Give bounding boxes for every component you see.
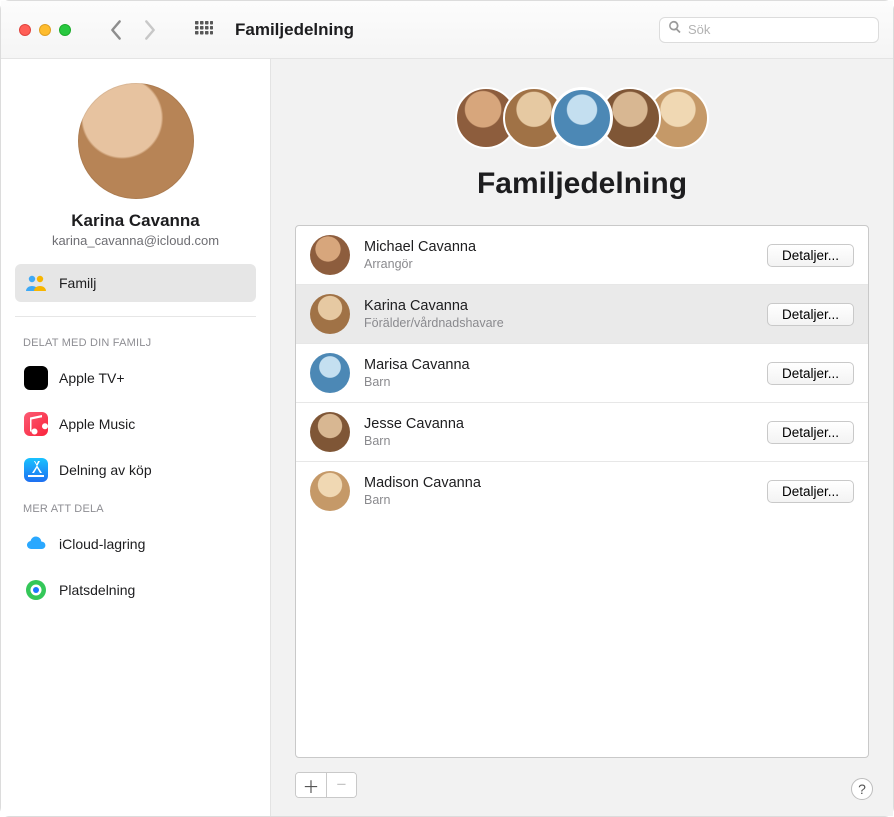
member-name: Madison Cavanna — [364, 475, 753, 491]
member-info: Marisa Cavanna Barn — [364, 357, 753, 389]
sidebar-section-shared: Delat med din familj — [15, 331, 256, 351]
member-role: Barn — [364, 493, 753, 507]
member-row[interactable]: Jesse Cavanna Barn Detaljer... — [296, 402, 868, 461]
member-name: Marisa Cavanna — [364, 357, 753, 373]
member-avatar — [310, 412, 350, 452]
member-info: Madison Cavanna Barn — [364, 475, 753, 507]
hero-avatar — [551, 87, 613, 149]
sidebar-item-label: Apple Music — [59, 416, 135, 432]
close-window-button[interactable] — [19, 24, 31, 36]
sidebar: Karina Cavanna karina_cavanna@icloud.com… — [1, 59, 271, 816]
sidebar-item-family[interactable]: Familj — [15, 264, 256, 302]
list-controls: ＋ − — [295, 772, 357, 798]
member-name: Karina Cavanna — [364, 298, 753, 314]
sidebar-item-label: Delning av köp — [59, 462, 152, 478]
member-role: Arrangör — [364, 257, 753, 271]
account-profile: Karina Cavanna karina_cavanna@icloud.com — [15, 77, 256, 256]
hero-avatars — [455, 87, 709, 149]
appstore-icon — [23, 457, 49, 483]
sidebar-item-purchases[interactable]: Delning av köp — [15, 451, 256, 489]
family-icon — [23, 270, 49, 296]
account-name: Karina Cavanna — [15, 211, 256, 231]
member-row[interactable]: Karina Cavanna Förälder/vårdnadshavare Det… — [296, 284, 868, 343]
member-row[interactable]: Michael Cavanna Arrangör Detaljer... — [296, 226, 868, 284]
hero: Familjedelning — [295, 81, 869, 211]
content: Karina Cavanna karina_cavanna@icloud.com… — [1, 59, 893, 816]
icloud-icon — [23, 531, 49, 557]
sidebar-divider — [15, 316, 256, 317]
titlebar: Familjedelning — [1, 1, 893, 59]
search-field[interactable] — [659, 17, 879, 43]
sidebar-section-more: Mer att dela — [15, 497, 256, 517]
main-panel: Familjedelning Michael Cavanna Arrangör De… — [271, 59, 893, 816]
details-button[interactable]: Detaljer... — [767, 244, 854, 267]
member-avatar — [310, 235, 350, 275]
add-member-button[interactable]: ＋ — [296, 773, 326, 797]
window-controls — [15, 24, 71, 36]
member-info: Michael Cavanna Arrangör — [364, 239, 753, 271]
member-info: Karina Cavanna Förälder/vårdnadshavare — [364, 298, 753, 330]
window-title: Familjedelning — [235, 20, 354, 40]
sidebar-item-icloudstorage[interactable]: iCloud-lagring — [15, 525, 256, 563]
member-info: Jesse Cavanna Barn — [364, 416, 753, 448]
sidebar-item-label: Familj — [59, 275, 96, 291]
details-button[interactable]: Detaljer... — [767, 421, 854, 444]
forward-button[interactable] — [143, 19, 157, 41]
sidebar-item-label: Apple TV+ — [59, 370, 125, 386]
members-list: Michael CavannaArrangörDetaljer...Karina… — [295, 225, 869, 758]
member-avatar — [310, 294, 350, 334]
member-role: Barn — [364, 375, 753, 389]
search-icon — [668, 20, 682, 39]
sidebar-item-locationsharing[interactable]: Platsdelning — [15, 571, 256, 609]
member-name: Jesse Cavanna — [364, 416, 753, 432]
main-heading: Familjedelning — [477, 167, 687, 201]
applemusic-icon — [23, 411, 49, 437]
back-button[interactable] — [109, 19, 123, 41]
appletv-icon — [23, 365, 49, 391]
sidebar-item-appletv[interactable]: Apple TV+ — [15, 359, 256, 397]
zoom-window-button[interactable] — [59, 24, 71, 36]
findmy-icon — [23, 577, 49, 603]
details-button[interactable]: Detaljer... — [767, 480, 854, 503]
member-name: Michael Cavanna — [364, 239, 753, 255]
account-email: karina_cavanna@icloud.com — [15, 233, 256, 248]
search-input[interactable] — [688, 22, 870, 37]
remove-member-button[interactable]: − — [326, 773, 356, 797]
member-row[interactable]: Madison Cavanna Barn Detaljer... — [296, 461, 868, 520]
sidebar-item-label: Platsdelning — [59, 582, 135, 598]
member-role: Barn — [364, 434, 753, 448]
member-role: Förälder/vårdnadshavare — [364, 316, 753, 330]
details-button[interactable]: Detaljer... — [767, 362, 854, 385]
help-button[interactable]: ? — [851, 778, 873, 800]
member-avatar — [310, 353, 350, 393]
account-avatar[interactable] — [78, 83, 194, 199]
all-preferences-icon[interactable] — [195, 21, 213, 39]
member-avatar — [310, 471, 350, 511]
sidebar-item-applemusic[interactable]: Apple Music — [15, 405, 256, 443]
minimize-window-button[interactable] — [39, 24, 51, 36]
member-row[interactable]: Marisa Cavanna Barn Detaljer... — [296, 343, 868, 402]
details-button[interactable]: Detaljer... — [767, 303, 854, 326]
nav-buttons — [109, 19, 157, 41]
sidebar-item-label: iCloud-lagring — [59, 536, 145, 552]
